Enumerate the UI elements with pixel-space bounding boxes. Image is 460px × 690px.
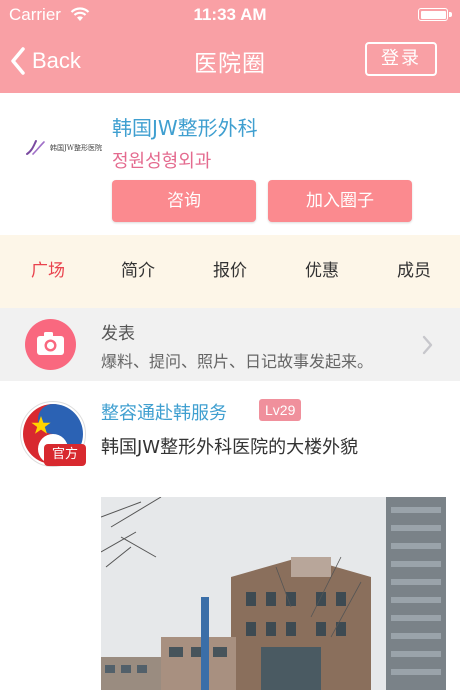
level-badge: Lv29 bbox=[259, 399, 302, 421]
hospital-logo: 韩国JW整形医院 bbox=[24, 138, 104, 158]
tab-members[interactable]: 成员 bbox=[374, 235, 454, 308]
login-button[interactable]: 登录 bbox=[365, 42, 437, 76]
tab-square[interactable]: 广场 bbox=[8, 235, 88, 308]
nav-bar: Back 医院圈 登录 bbox=[0, 30, 460, 93]
feed-photo[interactable] bbox=[101, 497, 446, 690]
tab-price[interactable]: 报价 bbox=[190, 235, 270, 308]
post-subtitle: 爆料、提问、照片、日记故事发起来。 bbox=[101, 352, 374, 371]
tab-bar: 广场 简介 报价 优惠 成员 bbox=[0, 235, 460, 308]
feed-item[interactable]: 官方 整容通赴韩服务 Lv29 韩国JW整形外科医院的大楼外貌 bbox=[0, 381, 460, 690]
clock: 11:33 AM bbox=[193, 5, 267, 24]
camera-icon bbox=[37, 332, 64, 355]
battery-icon bbox=[418, 8, 452, 21]
app-header: Carrier 11:33 AM Back 医院圈 登录 bbox=[0, 0, 460, 93]
post-compose-row[interactable]: 发表 爆料、提问、照片、日记故事发起来。 bbox=[0, 308, 460, 381]
chevron-right-icon bbox=[422, 335, 433, 355]
feed-text: 韩国JW整形外科医院的大楼外貌 bbox=[101, 437, 359, 458]
logo-text: 韩国JW整形医院 bbox=[50, 144, 103, 152]
tab-intro[interactable]: 简介 bbox=[98, 235, 178, 308]
building-photo bbox=[101, 497, 446, 690]
join-circle-button[interactable]: 加入圈子 bbox=[268, 180, 412, 222]
status-bar: Carrier 11:33 AM bbox=[0, 0, 460, 30]
post-title: 发表 bbox=[101, 324, 135, 344]
tab-discount[interactable]: 优惠 bbox=[282, 235, 362, 308]
official-badge: 官方 bbox=[44, 444, 86, 466]
hospital-name-cn: 韩国JW整形外科 bbox=[112, 116, 258, 140]
jw-logo-icon bbox=[26, 140, 45, 155]
consult-button[interactable]: 咨询 bbox=[112, 180, 256, 222]
feed-username[interactable]: 整容通赴韩服务 bbox=[101, 399, 227, 425]
camera-button[interactable] bbox=[25, 319, 76, 370]
hospital-name-kr: 정원성형외과 bbox=[112, 151, 212, 172]
hospital-info: 韩国JW整形医院 韩国JW整形外科 정원성형외과 咨询 加入圈子 bbox=[0, 93, 460, 235]
